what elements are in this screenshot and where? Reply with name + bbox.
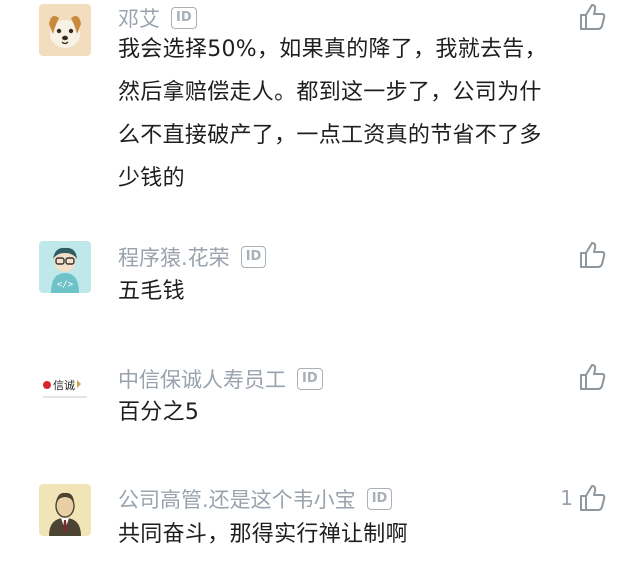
like-count: 1	[560, 486, 573, 510]
username[interactable]: 中信保诚人寿员工	[118, 364, 286, 394]
comment-text: 五毛钱	[118, 279, 185, 304]
id-badge-icon: ID	[171, 7, 197, 29]
like-button[interactable]	[573, 240, 607, 270]
avatar[interactable]	[39, 484, 91, 536]
thumbs-up-icon	[577, 240, 607, 270]
avatar[interactable]: 信诚	[39, 364, 91, 416]
thumbs-up-icon	[577, 362, 607, 392]
comment-header: 程序猿.花荣 ID	[118, 242, 267, 272]
thumbs-up-icon	[577, 483, 607, 513]
svg-text:</>: </>	[57, 280, 74, 290]
dog-avatar-icon	[39, 4, 91, 56]
company-logo-avatar-icon: 信诚	[39, 364, 91, 416]
thumbs-up-icon	[577, 2, 607, 32]
like-button[interactable]	[573, 362, 607, 392]
like-button[interactable]: 1	[560, 483, 607, 513]
programmer-avatar-icon: </>	[39, 241, 91, 293]
username[interactable]: 程序猿.花荣	[118, 242, 230, 272]
comment-header: 公司高管.还是这个韦小宝 ID	[118, 484, 393, 514]
avatar[interactable]: </>	[39, 241, 91, 293]
company-logo-text: 信诚	[53, 379, 75, 392]
id-badge-icon: ID	[366, 488, 393, 510]
comment-text: 我会选择50%，如果真的降了，我就去告，然后拿赔偿走人。都到这一步了，公司为什么…	[118, 37, 547, 191]
like-button[interactable]	[573, 2, 607, 32]
executive-avatar-icon	[39, 484, 91, 536]
comment-text: 共同奋斗，那得实行禅让制啊	[118, 522, 408, 547]
comment-text: 百分之5	[118, 400, 200, 425]
username[interactable]: 公司高管.还是这个韦小宝	[118, 484, 356, 514]
comment-header: 中信保诚人寿员工 ID	[118, 365, 323, 393]
id-badge-icon: ID	[240, 246, 267, 268]
id-badge-icon: ID	[297, 368, 323, 390]
avatar[interactable]	[39, 4, 91, 56]
